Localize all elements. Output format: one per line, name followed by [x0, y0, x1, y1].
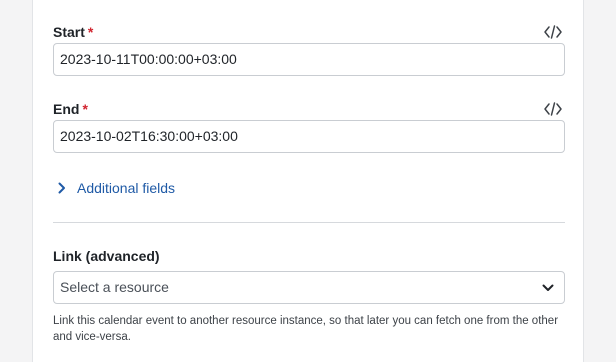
required-mark: *	[82, 101, 88, 117]
additional-fields-toggle[interactable]: Additional fields	[57, 178, 175, 198]
section-divider	[53, 222, 565, 223]
end-field: End * 2023-10-02T16:30:00+03:00	[53, 99, 565, 153]
form-card: Start * 2023-10-11T00:00:00+03:00 End * 20…	[32, 0, 584, 362]
chevron-right-icon	[58, 182, 65, 194]
start-input[interactable]: 2023-10-11T00:00:00+03:00	[53, 43, 565, 76]
link-field: Link (advanced) Select a resource Link t…	[53, 246, 565, 345]
link-help-text: Link this calendar event to another reso…	[53, 315, 559, 343]
end-label-row: End *	[53, 99, 565, 119]
end-label: End	[53, 101, 80, 117]
resource-select-placeholder: Select a resource	[60, 279, 169, 295]
start-label-row: Start *	[53, 22, 565, 42]
chevron-down-icon	[542, 284, 554, 291]
link-label-row: Link (advanced)	[53, 246, 565, 266]
code-icon[interactable]	[544, 24, 562, 40]
additional-fields-label: Additional fields	[77, 180, 176, 196]
resource-select[interactable]: Select a resource	[53, 271, 565, 304]
start-label: Start	[53, 24, 85, 40]
end-input[interactable]: 2023-10-02T16:30:00+03:00	[53, 120, 565, 153]
start-field: Start * 2023-10-11T00:00:00+03:00	[53, 22, 565, 76]
required-mark: *	[87, 24, 94, 40]
code-icon[interactable]	[544, 101, 562, 117]
link-label: Link (advanced)	[53, 248, 160, 264]
